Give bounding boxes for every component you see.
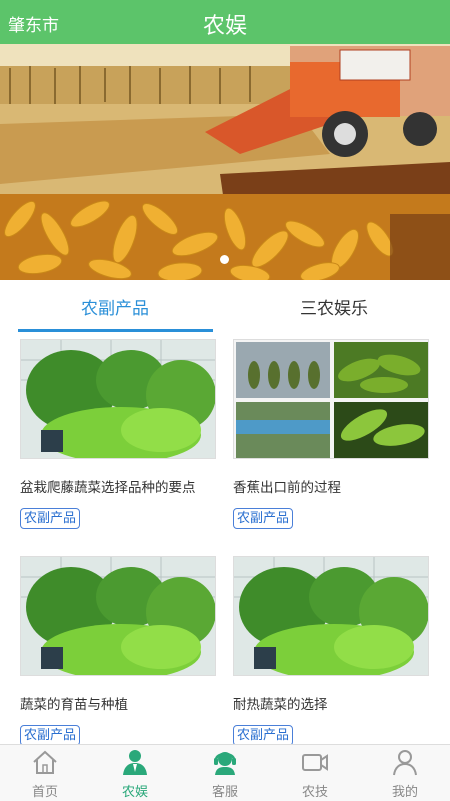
header-bar: 肇东市 农娱 — [0, 0, 450, 44]
article-thumbnail — [233, 339, 429, 459]
article-card[interactable]: 蔬菜的育苗与种植 农副产品 — [20, 556, 216, 746]
vegetable-greenhouse-image — [21, 557, 215, 675]
nav-agri-tech[interactable]: 农技 — [270, 747, 360, 800]
article-title: 蔬菜的育苗与种植 — [20, 697, 128, 713]
article-thumbnail — [20, 556, 216, 676]
tab-rural-entertainment[interactable]: 三农娱乐 — [239, 294, 429, 319]
article-title: 盆栽爬藤蔬菜选择品种的要点 — [20, 480, 196, 496]
article-title: 耐热蔬菜的选择 — [233, 697, 328, 713]
person-icon — [123, 750, 147, 775]
video-icon — [302, 754, 328, 771]
category-tag: 农副产品 — [20, 725, 81, 746]
article-thumbnail — [233, 556, 429, 676]
category-tag: 农副产品 — [233, 508, 294, 529]
article-thumbnail — [20, 339, 216, 459]
tab-agricultural-products[interactable]: 农副产品 — [20, 294, 210, 319]
article-card[interactable]: 耐热蔬菜的选择 农副产品 — [233, 556, 429, 746]
nav-home[interactable]: 首页 — [0, 747, 90, 800]
carousel-indicator-dot[interactable] — [220, 255, 229, 264]
article-title: 香蕉出口前的过程 — [233, 480, 341, 496]
category-tag: 农副产品 — [233, 725, 294, 746]
vegetable-greenhouse-image — [234, 557, 428, 675]
banana-processing-image — [234, 340, 428, 458]
category-tag: 农副产品 — [20, 508, 81, 529]
page-title: 农娱 — [202, 14, 247, 39]
vegetable-greenhouse-image — [21, 340, 215, 458]
banner-carousel[interactable] — [0, 44, 450, 280]
corn-harvest-image — [0, 44, 450, 280]
nav-label: 我的 — [391, 785, 418, 800]
nav-customer-service[interactable]: 客服 — [180, 747, 270, 800]
nav-label: 首页 — [31, 785, 58, 800]
article-card[interactable]: 香蕉出口前的过程 农副产品 — [233, 339, 429, 529]
category-tabs: 农副产品 三农娱乐 — [0, 280, 450, 332]
nav-label: 客服 — [211, 785, 238, 800]
article-grid: 盆栽爬藤蔬菜选择品种的要点 农副产品 香蕉出口前的过程 农副产品 蔬菜的育苗与种… — [0, 332, 450, 746]
article-card[interactable]: 盆栽爬藤蔬菜选择品种的要点 农副产品 — [20, 339, 216, 529]
nav-label: 农娱 — [121, 785, 148, 800]
nav-entertainment[interactable]: 农娱 — [90, 747, 180, 800]
nav-profile[interactable]: 我的 — [360, 747, 450, 800]
bottom-navigation: 首页 农娱 客服 农技 我的 — [0, 744, 450, 801]
user-icon — [393, 750, 417, 776]
nav-label: 农技 — [301, 785, 328, 800]
home-icon — [33, 750, 57, 774]
headset-icon — [214, 752, 236, 775]
